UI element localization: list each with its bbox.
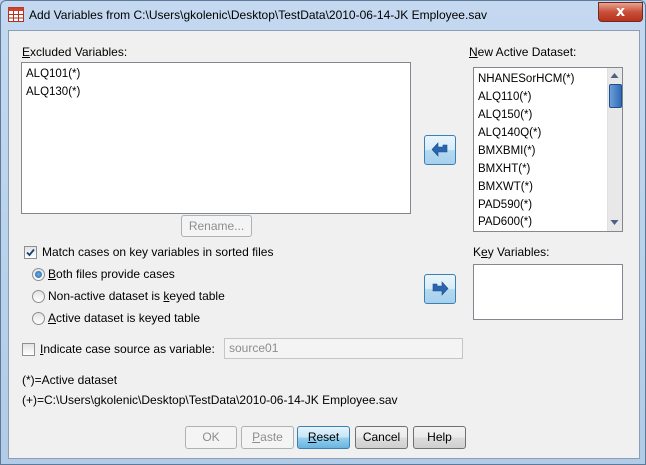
active-dataset-note: (*)=Active dataset (22, 373, 118, 387)
list-item[interactable]: BMXHT(*) (478, 163, 530, 175)
move-to-key-variables-button[interactable] (424, 274, 456, 304)
match-cases-checkbox[interactable] (24, 246, 37, 259)
list-item[interactable]: ALQ140Q(*) (478, 127, 541, 139)
both-files-label: Both files provide cases (48, 267, 175, 281)
key-variables-list[interactable] (473, 264, 623, 320)
move-to-excluded-button[interactable] (424, 135, 456, 165)
radio-selected-dot (35, 271, 42, 278)
match-cases-label: Match cases on key variables in sorted f… (42, 245, 274, 259)
new-active-dataset-list[interactable]: NHANESorHCM(*) ALQ110(*) ALQ150(*) ALQ14… (473, 67, 623, 232)
scroll-up-icon[interactable] (610, 72, 619, 79)
list-item[interactable]: NHANESorHCM(*) (478, 73, 574, 85)
non-active-keyed-radio[interactable] (32, 290, 45, 303)
scroll-down-icon[interactable] (610, 219, 619, 226)
list-item[interactable]: ALQ110(*) (478, 91, 531, 103)
paste-button[interactable]: Paste (241, 426, 294, 449)
reset-button[interactable]: Reset (297, 426, 350, 449)
indicate-source-label: Indicate case source as variable: (40, 342, 215, 356)
non-active-keyed-label: Non-active dataset is keyed table (48, 289, 225, 303)
list-item[interactable]: PAD600(*) (478, 216, 532, 228)
list-item[interactable]: PAD590(*) (478, 199, 532, 211)
close-button[interactable]: x (598, 2, 643, 22)
spss-data-icon (8, 7, 24, 22)
indicate-source-checkbox[interactable] (22, 343, 35, 356)
close-icon: x (615, 4, 626, 20)
dialog-body: Excluded Variables: ALQ101(*) ALQ130(*) … (8, 30, 640, 459)
excluded-variables-list[interactable]: ALQ101(*) ALQ130(*) (21, 62, 411, 214)
file-path-note: (+)=C:\Users\gkolenic\Desktop\TestData\2… (22, 393, 398, 407)
list-item[interactable]: BMXWT(*) (478, 181, 533, 193)
list-item[interactable]: ALQ130(*) (26, 86, 80, 98)
both-files-radio[interactable] (32, 268, 45, 281)
cancel-button[interactable]: Cancel (355, 426, 408, 449)
ok-button[interactable]: OK (185, 426, 237, 449)
arrow-right-icon (432, 281, 449, 296)
checkmark-icon (26, 248, 35, 257)
dialog-window: Add Variables from C:\Users\gkolenic\Des… (0, 0, 646, 465)
new-active-dataset-label: New Active Dataset: (469, 45, 577, 59)
help-button[interactable]: Help (413, 426, 466, 449)
active-keyed-label: Active dataset is keyed table (48, 311, 201, 325)
active-keyed-radio[interactable] (32, 312, 45, 325)
excluded-variables-label: Excluded Variables: (22, 45, 128, 59)
vertical-scrollbar[interactable] (607, 68, 622, 231)
arrow-left-icon (431, 142, 448, 157)
list-item[interactable]: ALQ101(*) (26, 68, 80, 80)
title-bar[interactable]: Add Variables from C:\Users\gkolenic\Des… (1, 1, 645, 29)
list-item[interactable]: ALQ150(*) (478, 109, 532, 121)
key-variables-label: Key Variables: (473, 245, 550, 259)
list-item[interactable]: BMXBMI(*) (478, 145, 536, 157)
rename-button[interactable]: Rename... (181, 215, 252, 237)
source-variable-field[interactable]: source01 (224, 338, 463, 359)
window-title: Add Variables from C:\Users\gkolenic\Des… (29, 8, 487, 22)
scroll-thumb[interactable] (609, 84, 622, 108)
